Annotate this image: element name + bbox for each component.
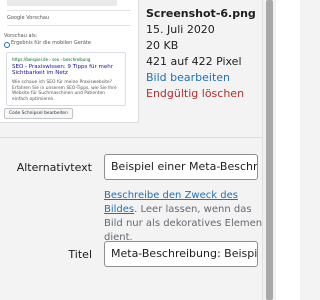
right-panel (276, 0, 300, 300)
file-name: Screenshot-6.png (146, 7, 256, 20)
edit-snippet-button: Code Schnipsel bearbeiten (4, 108, 73, 119)
alt-text-input[interactable]: Beispiel einer Meta-Beschreibung (104, 154, 258, 180)
snippet-description: Wie schaue ich SEO für meine Praxiswebsi… (12, 80, 117, 102)
alt-text-help: Beschreibe den Zweck des Bildes. Leer la… (104, 189, 268, 245)
device-label: Ergebnis für die mobilen Geräte (11, 40, 91, 46)
image-dimensions: 421 auf 422 Pixel (146, 55, 242, 68)
thumbnail-divider (7, 10, 131, 11)
search-snippet: https://beispiel.de › seo › beschreibung… (6, 52, 126, 106)
edit-image-link[interactable]: Bild bearbeiten (146, 71, 230, 84)
upload-date: 15. Juli 2020 (146, 23, 215, 36)
title-input[interactable]: Meta-Beschreibung: Beispiel (104, 241, 258, 267)
radio-dot-icon (4, 42, 10, 48)
section-divider (0, 137, 300, 138)
scrollbar[interactable] (262, 0, 276, 300)
attachment-details: Screenshot-6.png 15. Juli 2020 20 KB 421… (146, 6, 256, 102)
thumbnail-divider (7, 25, 131, 26)
device-radio: Ergebnis für die mobilen Geräte (4, 40, 128, 50)
alt-text-label: Alternativtext (16, 161, 92, 174)
title-label: Titel (68, 248, 92, 261)
thumbnail-top-bar (7, 0, 117, 6)
delete-permanently-link[interactable]: Endgültig löschen (146, 87, 244, 100)
google-preview-title: Google Vorschau (7, 15, 50, 21)
preview-label: Vorschau als: (4, 33, 38, 39)
snippet-url: https://beispiel.de › seo › beschreibung (12, 57, 91, 62)
snippet-title: SEO - Praxiswissen: 9 Tipps für mehr Sic… (12, 64, 113, 76)
file-size: 20 KB (146, 39, 179, 52)
attachment-thumbnail: Google Vorschau Vorschau als: Ergebnis f… (0, 0, 139, 123)
scrollbar-thumb[interactable] (266, 0, 273, 300)
